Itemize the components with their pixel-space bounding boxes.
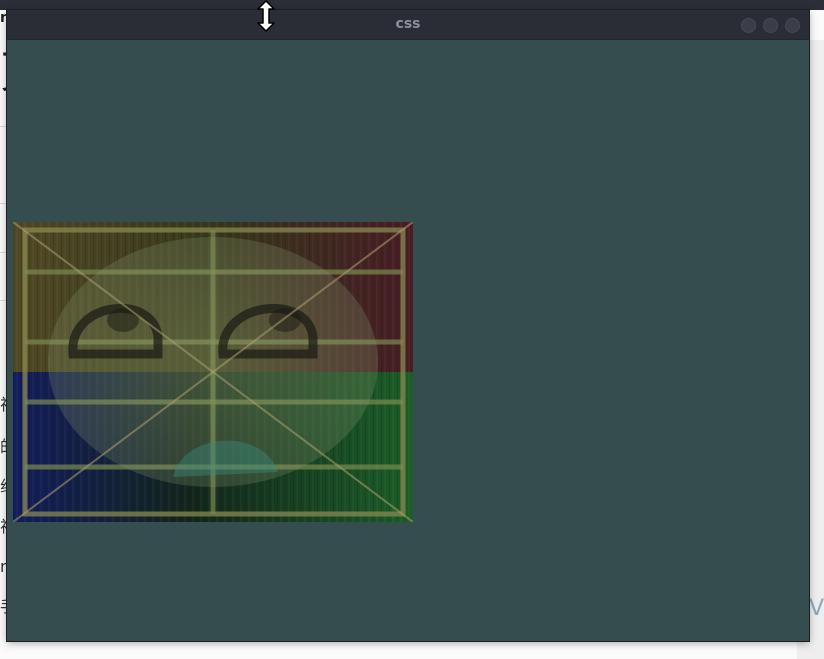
- app-window[interactable]: css: [7, 10, 809, 641]
- filtered-image: [13, 222, 413, 522]
- window-minimize-button[interactable]: [741, 18, 756, 33]
- window-maximize-button[interactable]: [763, 18, 778, 33]
- resize-vertical-cursor-icon: [255, 0, 277, 32]
- background-topbar: [0, 0, 824, 10]
- filtered-image-graphic: [13, 222, 413, 522]
- window-titlebar[interactable]: css: [7, 10, 809, 40]
- window-close-button[interactable]: [785, 18, 800, 33]
- background-partial-glyph: V: [809, 596, 824, 621]
- window-title: css: [395, 16, 421, 32]
